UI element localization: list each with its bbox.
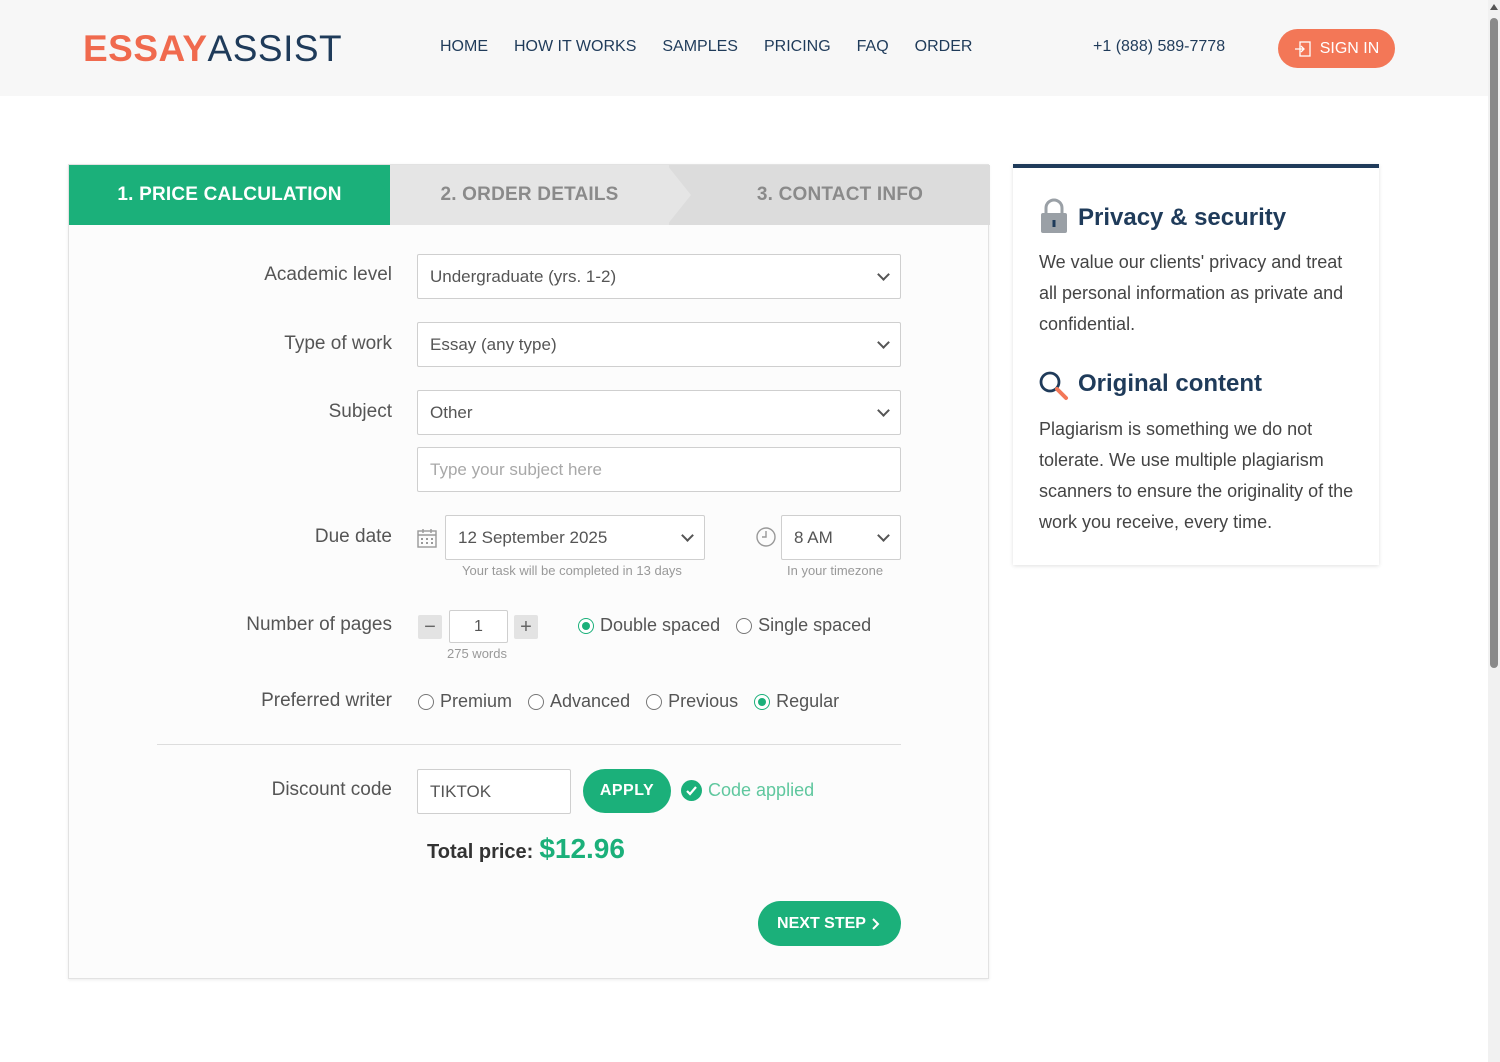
code-applied-text: Code applied bbox=[708, 780, 815, 800]
writer-premium-label: Premium bbox=[440, 691, 513, 711]
chevron-down-icon bbox=[877, 336, 890, 349]
site-header: ESSAYASSIST HOME HOW IT WORKS SAMPLES PR… bbox=[0, 0, 1488, 96]
writer-premium-option[interactable]: Premium bbox=[418, 691, 512, 712]
discount-code-label: Discount code bbox=[271, 779, 392, 800]
step-price-calculation[interactable]: 1. PRICE CALCULATION bbox=[69, 165, 390, 225]
pages-label: Number of pages bbox=[246, 614, 392, 635]
writer-regular-radio[interactable] bbox=[754, 693, 771, 710]
sign-in-icon bbox=[1294, 40, 1311, 57]
sign-in-button[interactable]: SIGN IN bbox=[1278, 29, 1395, 68]
original-content-title: Original content bbox=[1078, 370, 1263, 397]
code-applied-status: Code applied bbox=[681, 780, 814, 801]
writer-previous-radio[interactable] bbox=[646, 693, 663, 710]
privacy-text: We value our clients' privacy and treat … bbox=[1039, 252, 1344, 334]
total-price-value: $12.96 bbox=[539, 833, 625, 864]
writer-advanced-radio[interactable] bbox=[528, 693, 545, 710]
discount-code-input[interactable]: TIKTOK bbox=[417, 769, 571, 814]
chevron-down-icon bbox=[877, 404, 890, 417]
preferred-writer-label: Preferred writer bbox=[261, 690, 392, 711]
single-spaced-label: Single spaced bbox=[758, 615, 872, 635]
due-date-value: 12 September 2025 bbox=[458, 527, 608, 547]
words-hint: 275 words bbox=[447, 646, 507, 661]
nav-pricing[interactable]: PRICING bbox=[764, 38, 831, 56]
nav-order[interactable]: ORDER bbox=[915, 38, 973, 56]
writer-regular-label: Regular bbox=[776, 691, 840, 711]
writer-options: Premium Advanced Previous Regular bbox=[418, 691, 855, 712]
academic-level-value: Undergraduate (yrs. 1-2) bbox=[430, 266, 617, 286]
chevron-right-icon bbox=[872, 917, 880, 930]
order-form-card: 1. PRICE CALCULATION 2. ORDER DETAILS 3.… bbox=[68, 164, 990, 979]
type-of-work-label: Type of work bbox=[284, 333, 392, 354]
nav-faq[interactable]: FAQ bbox=[857, 38, 889, 56]
total-price: Total price: $12.96 bbox=[427, 833, 625, 865]
main-nav: HOME HOW IT WORKS SAMPLES PRICING FAQ OR… bbox=[440, 38, 998, 56]
writer-regular-option[interactable]: Regular bbox=[754, 691, 839, 712]
pages-input[interactable]: 1 bbox=[449, 610, 508, 643]
chevron-down-icon bbox=[877, 268, 890, 281]
subject-label: Subject bbox=[328, 401, 392, 422]
nav-home[interactable]: HOME bbox=[440, 38, 488, 56]
double-spaced-label: Double spaced bbox=[600, 615, 721, 635]
next-step-label: NEXT STEP bbox=[777, 914, 866, 932]
writer-premium-radio[interactable] bbox=[418, 693, 434, 710]
form-divider bbox=[157, 744, 901, 745]
type-of-work-select[interactable]: Essay (any type) bbox=[417, 322, 901, 367]
academic-level-select[interactable]: Undergraduate (yrs. 1-2) bbox=[417, 254, 901, 299]
writer-advanced-label: Advanced bbox=[550, 691, 631, 711]
academic-level-label: Academic level bbox=[264, 264, 392, 285]
due-time-select[interactable]: 8 AM bbox=[781, 515, 901, 560]
step-progress: 1. PRICE CALCULATION 2. ORDER DETAILS 3.… bbox=[69, 165, 990, 225]
privacy-title: Privacy & security bbox=[1078, 204, 1287, 231]
single-spaced-option[interactable]: Single spaced bbox=[736, 615, 871, 636]
nav-how-it-works[interactable]: HOW IT WORKS bbox=[514, 38, 636, 56]
logo-assist: ASSIST bbox=[207, 28, 343, 69]
original-content-text: Plagiarism is something we do not tolera… bbox=[1039, 419, 1354, 532]
step-order-details[interactable]: 2. ORDER DETAILS bbox=[390, 165, 669, 225]
clock-icon bbox=[756, 527, 776, 547]
pages-decrement-button[interactable]: − bbox=[418, 615, 442, 639]
trust-panel: Privacy & security We value our clients'… bbox=[1013, 164, 1379, 565]
writer-previous-option[interactable]: Previous bbox=[646, 691, 738, 712]
chevron-down-icon bbox=[681, 529, 694, 542]
apply-button[interactable]: APPLY bbox=[583, 769, 671, 813]
writer-advanced-option[interactable]: Advanced bbox=[528, 691, 630, 712]
due-date-label: Due date bbox=[314, 526, 392, 547]
double-spaced-radio[interactable] bbox=[578, 617, 594, 634]
due-date-hint: Your task will be completed in 13 days bbox=[462, 563, 682, 578]
logo-essay: ESSAY bbox=[83, 28, 208, 69]
double-spaced-option[interactable]: Double spaced bbox=[578, 615, 720, 636]
step1-arrow bbox=[366, 165, 390, 225]
type-of-work-value: Essay (any type) bbox=[430, 334, 557, 354]
single-spaced-radio[interactable] bbox=[736, 617, 753, 634]
calendar-icon[interactable] bbox=[416, 527, 438, 549]
chevron-down-icon bbox=[877, 529, 890, 542]
due-date-select[interactable]: 12 September 2025 bbox=[445, 515, 705, 560]
check-icon bbox=[681, 780, 702, 801]
nav-samples[interactable]: SAMPLES bbox=[662, 38, 738, 56]
total-price-label: Total price: bbox=[427, 841, 534, 863]
writer-previous-label: Previous bbox=[668, 691, 739, 711]
lock-icon bbox=[1041, 198, 1067, 233]
scroll-up-arrow-icon[interactable] bbox=[1490, 4, 1498, 10]
subject-select[interactable]: Other bbox=[417, 390, 901, 435]
pages-increment-button[interactable]: + bbox=[514, 615, 538, 639]
step-contact-info[interactable]: 3. CONTACT INFO bbox=[691, 165, 989, 225]
timezone-hint: In your timezone bbox=[787, 563, 884, 578]
phone-number[interactable]: +1 (888) 589-7778 bbox=[1093, 38, 1225, 56]
step2-arrow bbox=[667, 165, 691, 225]
scrollbar-thumb[interactable] bbox=[1490, 18, 1498, 668]
subject-placeholder: Type your subject here bbox=[430, 459, 602, 479]
search-icon bbox=[1039, 371, 1068, 400]
sign-in-label: SIGN IN bbox=[1319, 39, 1380, 57]
logo[interactable]: ESSAYASSIST bbox=[83, 28, 342, 70]
next-step-button[interactable]: NEXT STEP bbox=[758, 901, 901, 946]
spacing-options: Double spaced Single spaced bbox=[578, 615, 887, 636]
page-scrollbar[interactable] bbox=[1488, 0, 1500, 1062]
subject-value: Other bbox=[430, 402, 473, 422]
due-time-value: 8 AM bbox=[794, 527, 833, 547]
subject-input[interactable]: Type your subject here bbox=[417, 447, 901, 492]
